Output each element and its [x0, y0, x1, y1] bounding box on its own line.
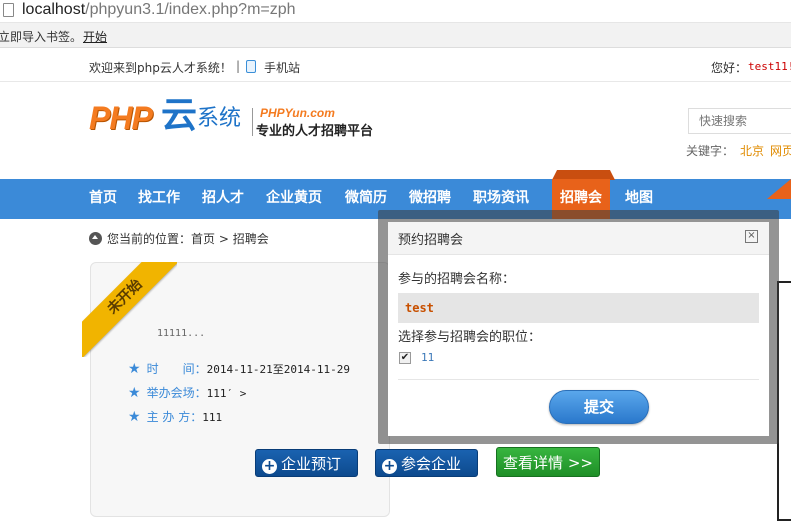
fair-name-value: test [405, 301, 434, 315]
star-icon: ★ [128, 361, 141, 377]
nav-item-recruit-talent[interactable]: 招人才 [202, 179, 244, 219]
fair-organizer-value: 111 [202, 411, 223, 424]
fair-time-value: 2014-11-21至2014-11-29 [206, 363, 351, 376]
topbar-separator: | [236, 59, 241, 73]
slogan-divider [252, 108, 253, 136]
dialog-divider [398, 379, 759, 380]
attending-companies-button-label: 参会企业 [401, 455, 462, 473]
book-fair-button[interactable]: + 企业预订 [255, 449, 358, 477]
bookmarks-bar: 立即导入书签。 开始 [0, 23, 791, 48]
nav-item-home[interactable]: 首页 [89, 179, 117, 219]
nav-corner-decoration [767, 179, 791, 199]
close-icon[interactable]: × [745, 230, 758, 243]
mobile-site-link[interactable]: 手机站 [264, 59, 300, 76]
nav-item-company-directory[interactable]: 企业黄页 [266, 179, 322, 219]
welcome-text: 欢迎来到php云人才系统！ [89, 61, 232, 75]
breadcrumb-current[interactable]: 招聘会 [233, 232, 269, 246]
fair-time-label: 时 间： [146, 362, 207, 376]
submit-button[interactable]: 提交 [549, 390, 649, 424]
fair-organizer-label: 主 办 方： [146, 410, 203, 424]
search-keywords: 关键字： 北京 网页 [686, 142, 791, 159]
logo-system-text: 系统 [197, 106, 242, 131]
fair-time-row: ★ 时 间：2014-11-21至2014-11-29 [128, 360, 350, 377]
view-details-button[interactable]: 查看详情 >> [496, 447, 600, 477]
status-ribbon-label: 未开始 [82, 262, 177, 357]
fair-name-field [398, 293, 759, 323]
breadcrumb-prefix: 您当前的位置： [107, 232, 192, 246]
breadcrumb-separator: > [218, 232, 229, 246]
side-panel-edge [777, 281, 791, 521]
site-logo[interactable]: PHP 云 系统 [89, 96, 259, 142]
breadcrumb: 您当前的位置：首页 > 招聘会 [89, 230, 269, 247]
quick-search[interactable] [688, 108, 791, 134]
breadcrumb-home-link[interactable]: 首页 [191, 232, 215, 246]
home-icon [89, 232, 102, 245]
star-icon: ★ [128, 385, 141, 401]
reserve-fair-dialog: 预约招聘会 × 参与的招聘会名称： test 选择参与招聘会的职位： ✔ 11 … [388, 222, 769, 436]
mobile-phone-icon [246, 60, 256, 73]
site-topbar: 欢迎来到php云人才系统！ | 手机站 您好： test11! [0, 52, 791, 82]
logo-yun-text: 云 [161, 95, 198, 136]
dialog-title: 预约招聘会 [398, 233, 464, 248]
bookmarks-import-text: 立即导入书签。 [0, 30, 83, 44]
position-checkbox-label[interactable]: 11 [421, 351, 434, 364]
positions-label: 选择参与招聘会的职位： [398, 330, 542, 345]
plus-icon: + [382, 458, 397, 474]
bookmarks-start-link[interactable]: 开始 [83, 28, 107, 45]
fair-name-label: 参与的招聘会名称： [398, 272, 516, 287]
fair-venue-value[interactable]: 111′ > [207, 387, 247, 400]
keyword-link[interactable]: 北京 [740, 144, 764, 158]
status-ribbon: 未开始 [82, 262, 177, 357]
plus-icon: + [262, 458, 277, 474]
fair-description: 11111... [157, 328, 206, 339]
position-checkbox[interactable]: ✔ [399, 352, 411, 364]
star-icon: ★ [128, 409, 141, 425]
nav-item-find-job[interactable]: 找工作 [138, 179, 180, 219]
fair-venue-label: 举办会场： [146, 386, 207, 400]
page-icon [3, 3, 14, 17]
fair-organizer-row: ★ 主 办 方：111 [128, 408, 222, 425]
username-link[interactable]: test11! [748, 60, 791, 73]
hello-label: 您好： [711, 61, 748, 75]
address-url[interactable]: localhost/phpyun3.1/index.php?m=zph [22, 0, 296, 20]
address-bar[interactable]: localhost/phpyun3.1/index.php?m=zph [0, 0, 791, 23]
fair-venue-row: ★ 举办会场：111′ > [128, 384, 246, 401]
slogan-english: PHPYun.com [260, 106, 335, 120]
keywords-label: 关键字： [686, 144, 735, 158]
attending-companies-button[interactable]: + 参会企业 [375, 449, 478, 477]
book-fair-button-label: 企业预订 [281, 455, 342, 473]
logo-php-text: PHP [89, 100, 153, 136]
keyword-link[interactable]: 网页 [770, 144, 791, 158]
slogan-chinese: 专业的人才招聘平台 [256, 124, 374, 139]
quick-search-input[interactable] [689, 109, 791, 133]
